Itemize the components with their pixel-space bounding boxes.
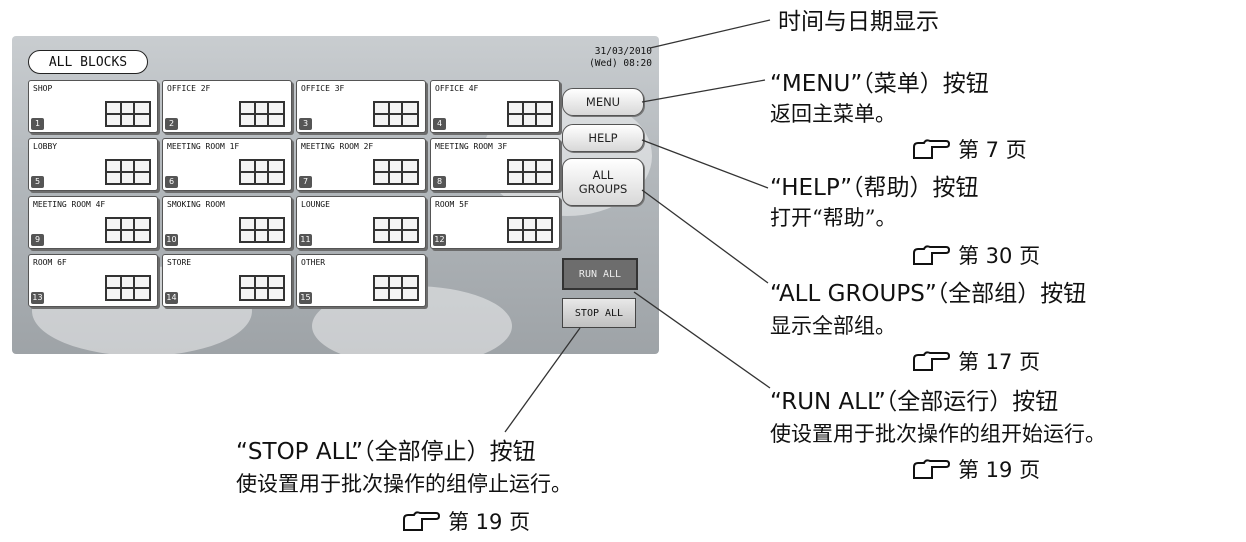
menu-page-ref: 第 7 页 — [912, 134, 1027, 164]
menu-page-text: 第 7 页 — [958, 138, 1027, 162]
run-annotation-desc: 使设置用于批次操作的组开始运行。 — [770, 422, 1106, 446]
help-annotation-desc: 打开“帮助”。 — [770, 206, 897, 230]
pointing-hand-icon — [913, 351, 950, 371]
groups-callout-line — [641, 189, 769, 284]
datetime-annotation-title: 时间与日期显示 — [778, 9, 939, 35]
help-annotation-title: “HELP”（帮助）按钮 — [770, 175, 979, 201]
callout-lines — [504, 19, 771, 433]
pointing-hand-icon — [913, 139, 950, 159]
menu-annotation-title: “MENU”（菜单）按钮 — [770, 71, 989, 97]
stop-annotation-title: “STOP ALL”（全部停止）按钮 — [236, 439, 536, 465]
stop-callout-line — [504, 327, 581, 433]
run-page-ref: 第 19 页 — [912, 454, 1040, 484]
help-page-text: 第 30 页 — [958, 244, 1041, 268]
run-annotation-title: “RUN ALL”（全部运行）按钮 — [770, 389, 1059, 415]
groups-page-ref: 第 17 页 — [912, 346, 1040, 376]
pointing-hand-icon — [403, 511, 440, 531]
help-page-ref: 第 30 页 — [912, 240, 1040, 270]
stop-annotation-desc: 使设置用于批次操作的组停止运行。 — [236, 472, 572, 496]
stop-page-ref: 第 19 页 — [402, 506, 530, 536]
pointing-hand-icon — [913, 245, 950, 265]
menu-annotation-desc: 返回主菜单。 — [770, 102, 896, 126]
run-callout-line — [633, 291, 771, 389]
pointing-hand-icon — [913, 459, 950, 479]
stop-page-text: 第 19 页 — [448, 510, 531, 534]
menu-callout-line — [641, 79, 766, 103]
groups-annotation-desc: 显示全部组。 — [770, 314, 896, 338]
help-callout-line — [641, 139, 769, 189]
run-page-text: 第 19 页 — [958, 458, 1041, 482]
groups-page-text: 第 17 页 — [958, 350, 1041, 374]
datetime-callout-line — [649, 19, 771, 49]
groups-annotation-title: “ALL GROUPS”（全部组）按钮 — [770, 281, 1087, 307]
